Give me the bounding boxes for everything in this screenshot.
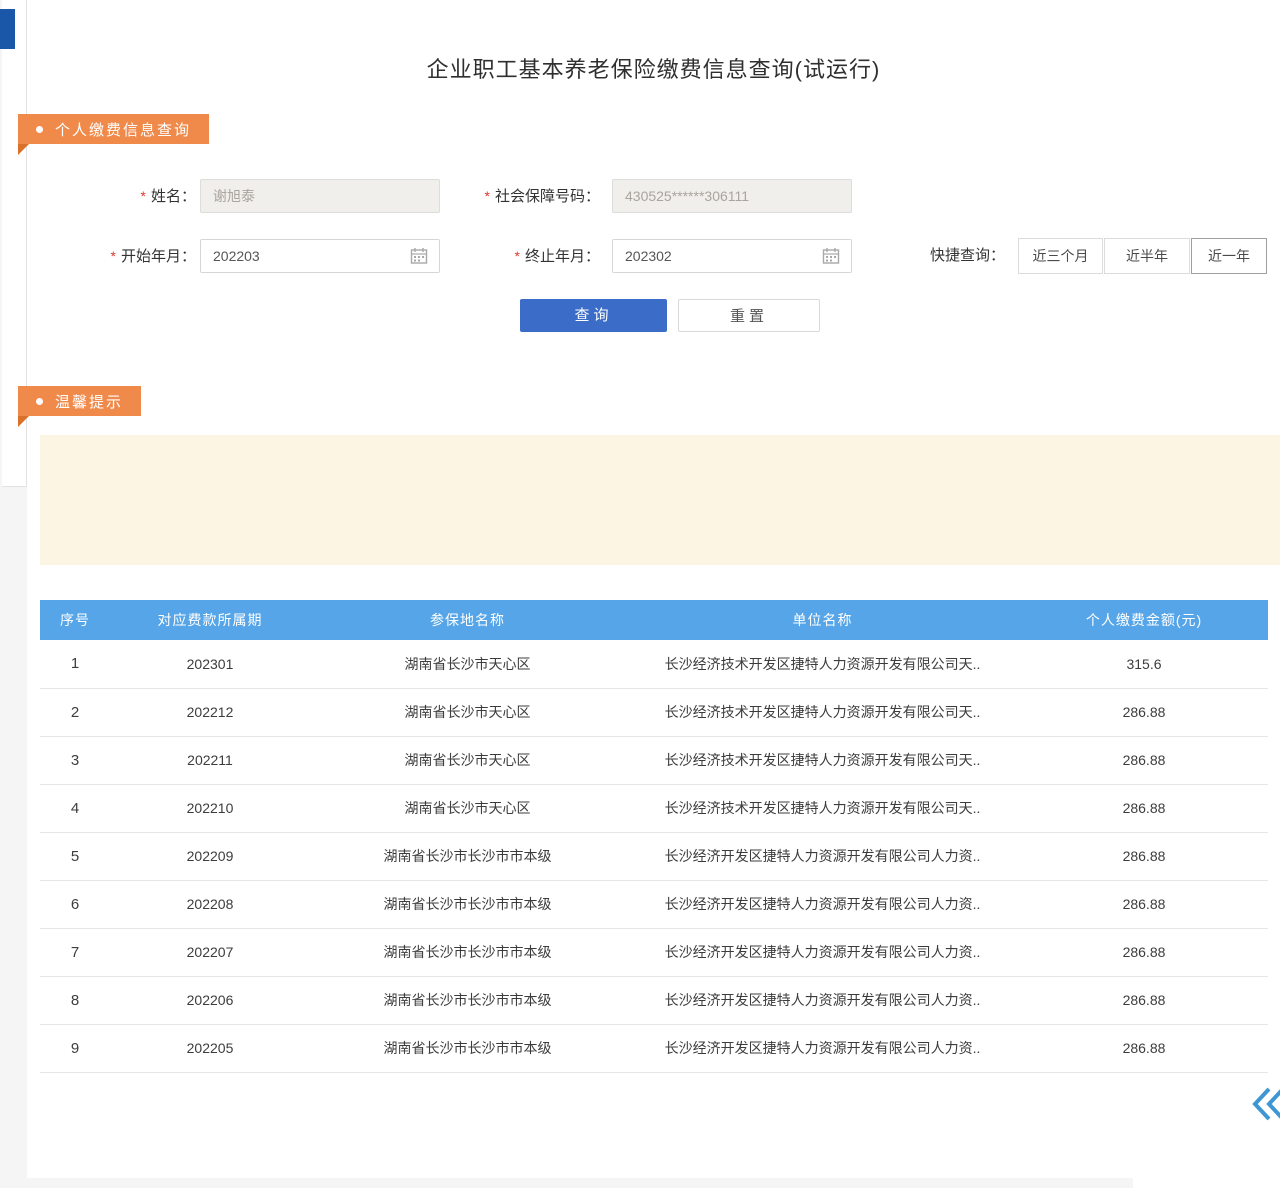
- cell-company: 长沙经济开发区捷特人力资源开发有限公司人力资..: [625, 976, 1020, 1024]
- cell-period: 202206: [110, 976, 310, 1024]
- cell-period: 202212: [110, 688, 310, 736]
- cell-area: 湖南省长沙市天心区: [310, 688, 625, 736]
- cell-company: 长沙经济技术开发区捷特人力资源开发有限公司天..: [625, 736, 1020, 784]
- sidebar-collapsed-tab[interactable]: [0, 9, 15, 49]
- cell-amount: 286.88: [1020, 784, 1268, 832]
- start-month-field[interactable]: [200, 239, 440, 273]
- ribbon-fold: [18, 416, 29, 427]
- page: 企业职工基本养老保险缴费信息查询(试运行) 个人缴费信息查询 *姓名： *社会保…: [0, 0, 1280, 1188]
- reset-button[interactable]: 重置: [678, 299, 820, 332]
- cell-area: 湖南省长沙市天心区: [310, 640, 625, 688]
- cell-seq: 1: [40, 640, 110, 688]
- table-row: 5 202209 湖南省长沙市长沙市市本级 长沙经济开发区捷特人力资源开发有限公…: [40, 832, 1268, 880]
- table-row: 9 202205 湖南省长沙市长沙市市本级 长沙经济开发区捷特人力资源开发有限公…: [40, 1024, 1268, 1072]
- required-asterisk: *: [515, 248, 520, 264]
- quick-option-3months[interactable]: 近三个月: [1018, 238, 1103, 274]
- cell-amount: 315.6: [1020, 640, 1268, 688]
- cell-seq: 3: [40, 736, 110, 784]
- table-row: 7 202207 湖南省长沙市长沙市市本级 长沙经济开发区捷特人力资源开发有限公…: [40, 928, 1268, 976]
- ribbon-fold: [18, 144, 29, 155]
- table-row: 4 202210 湖南省长沙市天心区 长沙经济技术开发区捷特人力资源开发有限公司…: [40, 784, 1268, 832]
- payment-table: 序号 对应费款所属期 参保地名称 单位名称 个人缴费金额(元) 1 202301…: [40, 600, 1268, 1073]
- cell-area: 湖南省长沙市长沙市市本级: [310, 880, 625, 928]
- bullet-icon: [36, 126, 43, 133]
- cell-area: 湖南省长沙市长沙市市本级: [310, 832, 625, 880]
- cell-amount: 286.88: [1020, 880, 1268, 928]
- section-badge-personal-payment-query: 个人缴费信息查询: [18, 114, 209, 144]
- header-company: 单位名称: [625, 600, 1020, 640]
- cell-company: 长沙经济技术开发区捷特人力资源开发有限公司天..: [625, 640, 1020, 688]
- section-badge-label: 个人缴费信息查询: [55, 119, 191, 140]
- cell-company: 长沙经济开发区捷特人力资源开发有限公司人力资..: [625, 1024, 1020, 1072]
- cell-amount: 286.88: [1020, 688, 1268, 736]
- cell-company: 长沙经济开发区捷特人力资源开发有限公司人力资..: [625, 832, 1020, 880]
- cell-area: 湖南省长沙市长沙市市本级: [310, 976, 625, 1024]
- cell-area: 湖南省长沙市天心区: [310, 784, 625, 832]
- name-field[interactable]: [200, 179, 440, 213]
- double-left-chevron-icon[interactable]: [1252, 1086, 1280, 1122]
- name-label: *姓名：: [60, 179, 196, 213]
- start-month-label: *开始年月：: [60, 239, 196, 273]
- table-row: 3 202211 湖南省长沙市天心区 长沙经济技术开发区捷特人力资源开发有限公司…: [40, 736, 1268, 784]
- cell-seq: 7: [40, 928, 110, 976]
- cell-amount: 286.88: [1020, 928, 1268, 976]
- cell-period: 202207: [110, 928, 310, 976]
- cell-area: 湖南省长沙市天心区: [310, 736, 625, 784]
- cell-seq: 4: [40, 784, 110, 832]
- calendar-icon[interactable]: [410, 247, 428, 265]
- cell-period: 202209: [110, 832, 310, 880]
- cell-period: 202301: [110, 640, 310, 688]
- header-area: 参保地名称: [310, 600, 625, 640]
- page-title: 企业职工基本养老保险缴费信息查询(试运行): [27, 52, 1280, 84]
- end-month-label: *终止年月：: [440, 239, 600, 273]
- cell-period: 202211: [110, 736, 310, 784]
- quick-query-label: 快捷查询：: [930, 239, 1005, 273]
- table-body: 1 202301 湖南省长沙市天心区 长沙经济技术开发区捷特人力资源开发有限公司…: [40, 640, 1268, 1072]
- cell-amount: 286.88: [1020, 1024, 1268, 1072]
- table-row: 1 202301 湖南省长沙市天心区 长沙经济技术开发区捷特人力资源开发有限公司…: [40, 640, 1268, 688]
- cell-company: 长沙经济开发区捷特人力资源开发有限公司人力资..: [625, 880, 1020, 928]
- cell-company: 长沙经济技术开发区捷特人力资源开发有限公司天..: [625, 784, 1020, 832]
- cell-area: 湖南省长沙市长沙市市本级: [310, 1024, 625, 1072]
- cell-amount: 286.88: [1020, 976, 1268, 1024]
- cell-company: 长沙经济技术开发区捷特人力资源开发有限公司天..: [625, 688, 1020, 736]
- cell-seq: 9: [40, 1024, 110, 1072]
- cell-period: 202208: [110, 880, 310, 928]
- bottom-edge: [27, 1178, 1133, 1188]
- end-month-field[interactable]: [612, 239, 852, 273]
- table-row: 2 202212 湖南省长沙市天心区 长沙经济技术开发区捷特人力资源开发有限公司…: [40, 688, 1268, 736]
- search-button[interactable]: 查询: [520, 299, 667, 332]
- header-seq: 序号: [40, 600, 110, 640]
- cell-period: 202205: [110, 1024, 310, 1072]
- quick-option-half-year[interactable]: 近半年: [1104, 238, 1190, 274]
- ssn-field[interactable]: [612, 179, 852, 213]
- cell-company: 长沙经济开发区捷特人力资源开发有限公司人力资..: [625, 928, 1020, 976]
- required-asterisk: *: [111, 248, 116, 264]
- section-badge-label: 温馨提示: [55, 391, 123, 412]
- header-amount: 个人缴费金额(元): [1020, 600, 1268, 640]
- calendar-icon[interactable]: [822, 247, 840, 265]
- quick-option-one-year[interactable]: 近一年: [1191, 238, 1267, 274]
- cell-period: 202210: [110, 784, 310, 832]
- cell-area: 湖南省长沙市长沙市市本级: [310, 928, 625, 976]
- table-row: 6 202208 湖南省长沙市长沙市市本级 长沙经济开发区捷特人力资源开发有限公…: [40, 880, 1268, 928]
- cell-seq: 6: [40, 880, 110, 928]
- cell-amount: 286.88: [1020, 832, 1268, 880]
- table-row: 8 202206 湖南省长沙市长沙市市本级 长沙经济开发区捷特人力资源开发有限公…: [40, 976, 1268, 1024]
- cell-seq: 2: [40, 688, 110, 736]
- bullet-icon: [36, 398, 43, 405]
- notice-box: 1. 本服务仅提供尚未领取企业职工基本养老保险待遇人员的缴费信息查询。 2. 灵…: [40, 435, 1280, 565]
- cell-seq: 5: [40, 832, 110, 880]
- cell-amount: 286.88: [1020, 736, 1268, 784]
- required-asterisk: *: [141, 188, 146, 204]
- required-asterisk: *: [485, 188, 490, 204]
- section-badge-warm-tips: 温馨提示: [18, 386, 141, 416]
- table-header-row: 序号 对应费款所属期 参保地名称 单位名称 个人缴费金额(元): [40, 600, 1268, 640]
- header-period: 对应费款所属期: [110, 600, 310, 640]
- cell-seq: 8: [40, 976, 110, 1024]
- ssn-label: *社会保障号码：: [440, 179, 600, 213]
